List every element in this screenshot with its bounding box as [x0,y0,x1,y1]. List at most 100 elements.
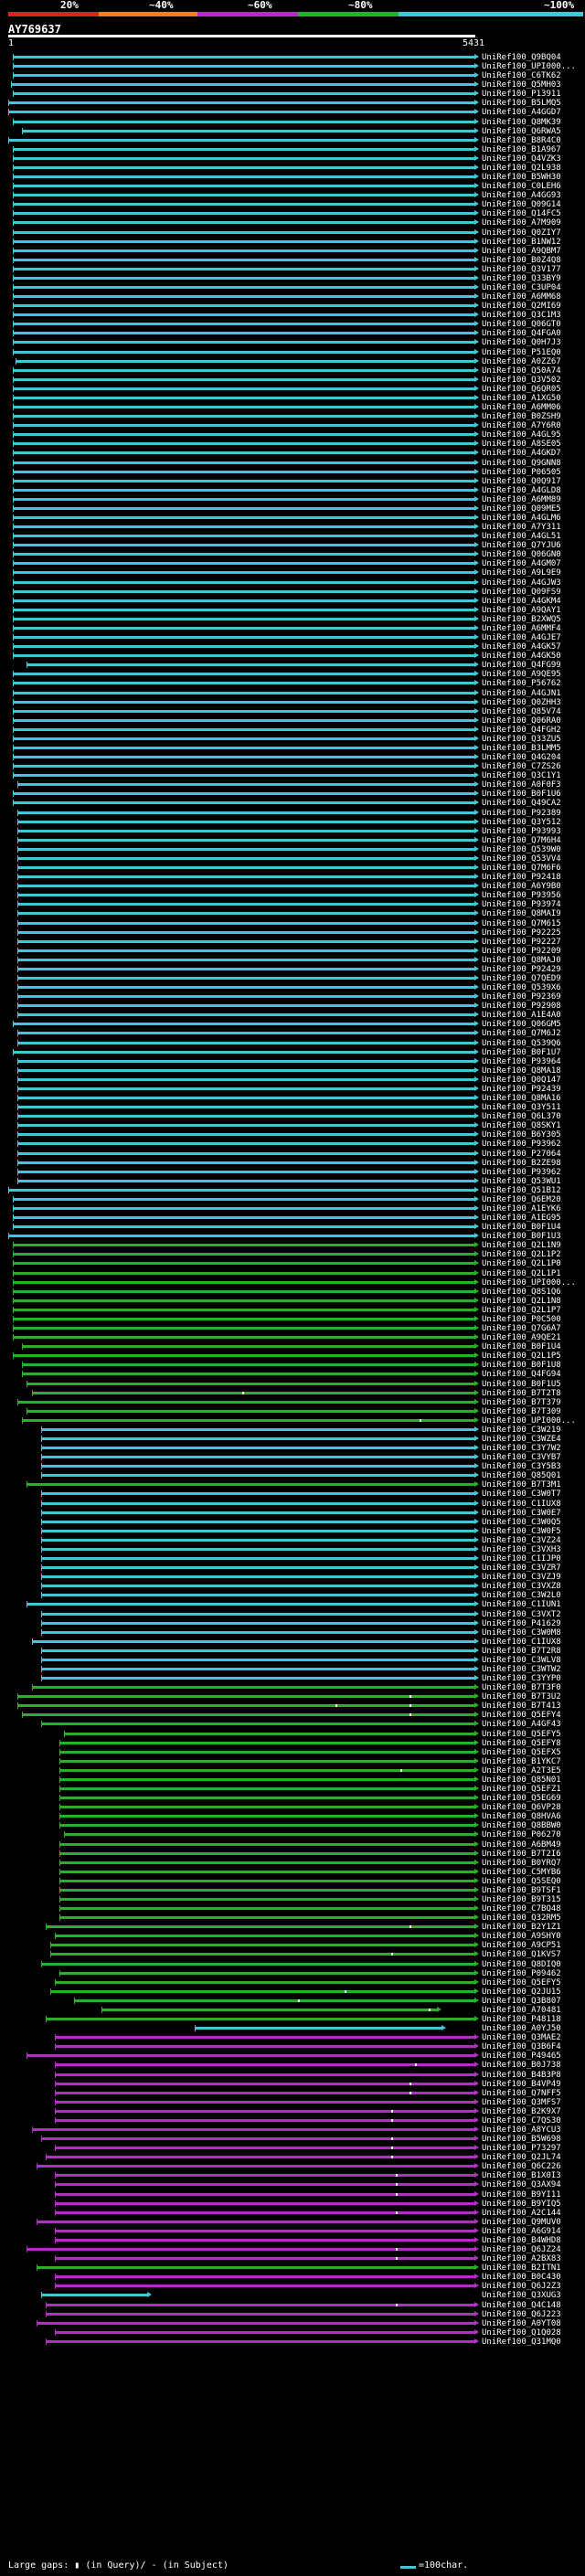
hit-accession-label[interactable]: UniRef100_B7T379 [482,1398,585,1407]
hit-accession-label[interactable]: UniRef100_A4GKD7 [482,449,585,458]
hit-alignment-bar[interactable] [17,783,475,786]
hit-alignment-bar[interactable] [13,701,475,704]
hit-accession-label[interactable]: UniRef100_B7T2I6 [482,1850,585,1859]
hit-accession-label[interactable]: UniRef100_UPI000... [482,1416,585,1426]
hit-accession-label[interactable]: UniRef100_Q53WU1 [482,1177,585,1186]
hit-accession-label[interactable]: UniRef100_C1IUX8 [482,1500,585,1509]
hit-accession-label[interactable]: UniRef100_B7T413 [482,1701,585,1711]
hit-alignment-bar[interactable] [17,986,475,989]
hit-alignment-bar[interactable] [13,581,475,584]
hit-accession-label[interactable]: UniRef100_A4GLD8 [482,486,585,495]
hit-accession-label[interactable]: UniRef100_B5WH30 [482,173,585,182]
hit-accession-label[interactable]: UniRef100_B0C430 [482,2273,585,2282]
hit-accession-label[interactable]: UniRef100_Q06GN0 [482,550,585,559]
hit-alignment-bar[interactable] [40,1963,475,1966]
hit-alignment-bar[interactable] [17,959,475,961]
hit-accession-label[interactable]: UniRef100_Q33BY9 [482,274,585,283]
hit-accession-label[interactable]: UniRef100_C3W0M8 [482,1628,585,1638]
hit-accession-label[interactable]: UniRef100_Q4G204 [482,753,585,762]
hit-accession-label[interactable]: UniRef100_P92209 [482,947,585,956]
hit-alignment-bar[interactable] [59,1871,475,1873]
hit-alignment-bar[interactable] [13,728,475,731]
hit-accession-label[interactable]: UniRef100_A1E4A0 [482,1011,585,1020]
hit-accession-label[interactable]: UniRef100_P06505 [482,468,585,477]
hit-accession-label[interactable]: UniRef100_P93962 [482,1168,585,1177]
hit-alignment-bar[interactable] [13,1327,475,1330]
hit-alignment-bar[interactable] [195,2027,443,2030]
hit-accession-label[interactable]: UniRef100_Q4FGH2 [482,726,585,735]
hit-alignment-bar[interactable] [64,1733,475,1735]
hit-accession-label[interactable]: UniRef100_B1NW12 [482,238,585,247]
hit-accession-label[interactable]: UniRef100_C1IUN1 [482,1600,585,1609]
hit-alignment-bar[interactable] [13,544,475,546]
hit-alignment-bar[interactable] [13,166,475,169]
hit-alignment-bar[interactable] [36,2165,475,2168]
hit-alignment-bar[interactable] [8,139,475,142]
hit-alignment-bar[interactable] [59,1889,475,1892]
hit-accession-label[interactable]: UniRef100_P49465 [482,2051,585,2061]
hit-alignment-bar[interactable] [73,1999,475,2002]
hit-accession-label[interactable]: UniRef100_Q7G6A7 [482,1324,585,1333]
hit-alignment-bar[interactable] [17,1013,475,1016]
hit-alignment-bar[interactable] [40,2137,475,2140]
hit-alignment-bar[interactable] [17,977,475,980]
hit-alignment-bar[interactable] [13,175,475,178]
hit-alignment-bar[interactable] [22,1713,475,1716]
hit-accession-label[interactable]: UniRef100_Q0Q917 [482,477,585,486]
hit-alignment-bar[interactable] [59,1751,475,1754]
hit-accession-label[interactable]: UniRef100_B9TSF1 [482,1886,585,1895]
hit-alignment-bar[interactable] [40,1428,475,1431]
hit-alignment-bar[interactable] [22,1373,475,1375]
hit-accession-label[interactable]: UniRef100_Q6QR05 [482,385,585,394]
hit-accession-label[interactable]: UniRef100_A4GJE7 [482,633,585,642]
hit-accession-label[interactable]: UniRef100_A4GGD7 [482,108,585,117]
hit-accession-label[interactable]: UniRef100_A6MM06 [482,403,585,412]
hit-alignment-bar[interactable] [59,1742,475,1744]
hit-accession-label[interactable]: UniRef100_Q31MQ0 [482,2337,585,2347]
hit-accession-label[interactable]: UniRef100_C3VZJ9 [482,1573,585,1582]
hit-accession-label[interactable]: UniRef100_P92418 [482,873,585,882]
hit-alignment-bar[interactable] [17,839,475,842]
hit-alignment-bar[interactable] [40,1723,475,1725]
hit-accession-label[interactable]: UniRef100_C7BQ48 [482,1904,585,1913]
hit-alignment-bar[interactable] [36,2266,475,2269]
hit-alignment-bar[interactable] [27,663,475,666]
hit-accession-label[interactable]: UniRef100_A1EG95 [482,1214,585,1223]
hit-alignment-bar[interactable] [101,2009,439,2011]
hit-alignment-bar[interactable] [13,74,475,77]
hit-accession-label[interactable]: UniRef100_A4GG93 [482,191,585,200]
hit-alignment-bar[interactable] [13,148,475,151]
hit-accession-label[interactable]: UniRef100_C0LEH6 [482,182,585,191]
hit-alignment-bar[interactable] [55,2284,475,2287]
hit-alignment-bar[interactable] [59,1778,475,1781]
hit-accession-label[interactable]: UniRef100_A4GKM4 [482,597,585,606]
hit-alignment-bar[interactable] [13,1318,475,1320]
hit-accession-label[interactable]: UniRef100_Q4VZK3 [482,154,585,164]
hit-accession-label[interactable]: UniRef100_B4B3P8 [482,2071,585,2080]
hit-alignment-bar[interactable] [40,1456,475,1458]
hit-accession-label[interactable]: UniRef100_A6MM89 [482,495,585,504]
hit-alignment-bar[interactable] [17,940,475,943]
hit-accession-label[interactable]: UniRef100_A6MMF4 [482,624,585,633]
hit-accession-label[interactable]: UniRef100_Q4FG94 [482,1370,585,1379]
hit-accession-label[interactable]: UniRef100_Q85V74 [482,707,585,716]
hit-alignment-bar[interactable] [55,2036,475,2039]
hit-alignment-bar[interactable] [13,489,475,492]
hit-accession-label[interactable]: UniRef100_Q7M615 [482,919,585,928]
hit-accession-label[interactable]: UniRef100_Q53VV4 [482,854,585,864]
hit-alignment-bar[interactable] [55,2101,475,2104]
hit-alignment-bar[interactable] [17,1124,475,1127]
hit-accession-label[interactable]: UniRef100_Q2JL74 [482,2153,585,2162]
hit-alignment-bar[interactable] [17,1695,475,1698]
hit-accession-label[interactable]: UniRef100_C3Y5B3 [482,1462,585,1471]
hit-alignment-bar[interactable] [13,433,475,436]
hit-alignment-bar[interactable] [13,535,475,537]
hit-alignment-bar[interactable] [13,516,475,519]
hit-accession-label[interactable]: UniRef100_A4GLM6 [482,514,585,523]
hit-alignment-bar[interactable] [55,2183,475,2186]
hit-alignment-bar[interactable] [45,2340,475,2343]
hit-alignment-bar[interactable] [17,885,475,887]
hit-accession-label[interactable]: UniRef100_Q3C1Y1 [482,771,585,780]
hit-accession-label[interactable]: UniRef100_Q1Q028 [482,2328,585,2337]
hit-alignment-bar[interactable] [17,1078,475,1081]
